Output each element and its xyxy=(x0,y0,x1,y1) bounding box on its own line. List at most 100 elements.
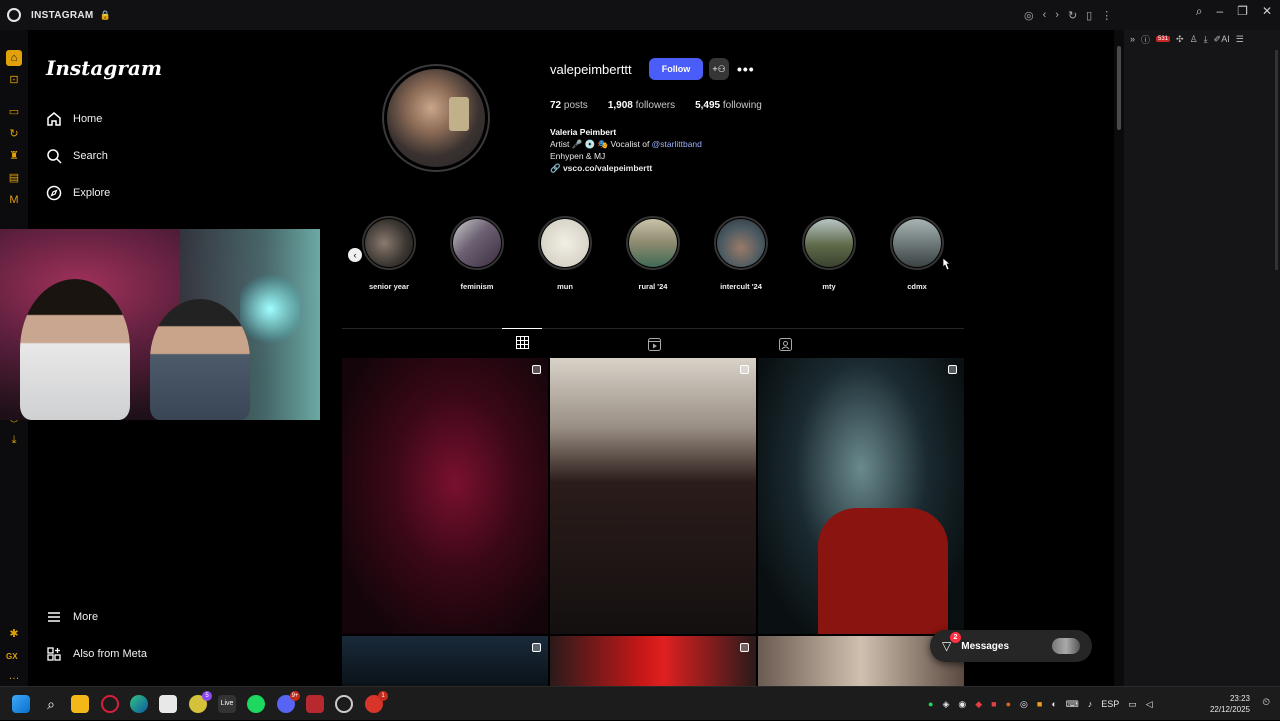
info-icon[interactable]: ⓘ xyxy=(1141,33,1150,46)
followers-stat[interactable]: 1,908 followers xyxy=(608,100,675,111)
close-icon[interactable]: ✕ xyxy=(1262,4,1272,18)
post-tile[interactable] xyxy=(550,358,756,634)
highlight-item[interactable]: cdmx xyxy=(888,216,946,291)
forward-icon[interactable]: › xyxy=(1055,9,1059,21)
system-tray: ● ◈ ◉ ◆ ■ ● ◎ ■ ◐ ⌨ ♪ ESP ▭ ◁ xyxy=(928,687,1153,721)
nav-item-explore[interactable]: Explore xyxy=(46,181,110,205)
tab-reels[interactable] xyxy=(634,333,674,355)
profile-avatar-ring[interactable] xyxy=(382,64,490,172)
tray-network-icon[interactable]: ▭ xyxy=(1128,699,1137,710)
messenger-icon: ▽ 2 xyxy=(942,632,961,653)
highlight-item[interactable]: rural '24 xyxy=(624,216,682,291)
tray-volume-icon[interactable]: ◁ xyxy=(1146,699,1153,710)
highlight-label: mty xyxy=(822,282,836,291)
highlight-label: senior year xyxy=(368,282,410,291)
sidebar-pin-icon[interactable]: ✱ xyxy=(6,626,22,642)
sidebar-home-icon[interactable]: ⌂ xyxy=(6,50,22,66)
bio-external-link[interactable]: vsco.co/valepeimbertt xyxy=(563,163,652,173)
highlight-item[interactable]: feminism xyxy=(448,216,506,291)
taskbar-search-icon[interactable]: ⌕ xyxy=(42,695,60,713)
minimize-icon[interactable]: – xyxy=(1216,4,1223,18)
messages-button[interactable]: ▽ 2 Messages xyxy=(930,630,1092,662)
profile-options-icon[interactable]: ••• xyxy=(737,58,755,80)
notifications-icon[interactable]: ⏲ xyxy=(1262,697,1270,708)
tray-spotify-icon[interactable]: ● xyxy=(928,699,933,709)
obs-icon[interactable] xyxy=(335,695,353,713)
scrollbar-thumb[interactable] xyxy=(1117,46,1121,130)
edge-icon[interactable] xyxy=(130,695,148,713)
sidebar-refresh-icon[interactable]: ↻ xyxy=(6,126,22,142)
carousel-icon xyxy=(740,643,749,652)
highlight-item[interactable]: mun xyxy=(536,216,594,291)
follow-button[interactable]: Follow xyxy=(649,58,703,80)
snapshot-icon[interactable]: ▯ xyxy=(1086,9,1092,22)
live-app-icon[interactable]: Live xyxy=(218,695,236,713)
sidebar-notes-icon[interactable]: ▤ xyxy=(6,170,22,186)
sidebar-m-icon[interactable]: M xyxy=(6,192,22,208)
pin-icon[interactable]: » xyxy=(1130,34,1135,44)
right-panel-scrollbar[interactable] xyxy=(1275,50,1278,270)
puzzle-icon[interactable]: ✣ xyxy=(1176,34,1184,45)
nav-item-home[interactable]: Home xyxy=(46,107,102,131)
instagram-logo[interactable]: Instagram xyxy=(46,56,162,80)
tray-keyboard-icon[interactable]: ⌨ xyxy=(1066,699,1079,710)
tab-posts[interactable] xyxy=(502,328,542,355)
page-scrollbar[interactable] xyxy=(1114,30,1124,686)
post-tile[interactable] xyxy=(342,358,548,634)
nav-item-search[interactable]: Search xyxy=(46,144,108,168)
reload-icon[interactable]: ↻ xyxy=(1068,9,1077,22)
following-stat[interactable]: 5,495 following xyxy=(695,100,762,111)
tray-language[interactable]: ESP xyxy=(1101,699,1119,709)
tray-steam-icon[interactable]: ◎ xyxy=(1020,699,1028,710)
store-icon[interactable] xyxy=(159,695,177,713)
easy-setup-icon[interactable]: ☰ xyxy=(1236,34,1244,45)
opera-logo-icon[interactable] xyxy=(7,8,21,22)
bio-mention-link[interactable]: @starlittband xyxy=(652,139,702,149)
tray-discord-icon[interactable]: ◉ xyxy=(958,699,966,710)
windows-start-icon[interactable] xyxy=(12,695,30,713)
sidebar-gx-logo-icon[interactable]: GX xyxy=(6,652,18,661)
highlight-label: feminism xyxy=(460,282,494,291)
tray-red-app-icon[interactable]: ■ xyxy=(991,699,996,709)
back-icon[interactable]: ‹ xyxy=(1043,9,1047,21)
tab-tagged[interactable] xyxy=(765,333,805,355)
highlight-item[interactable]: mty xyxy=(800,216,858,291)
settings-icon[interactable]: ◎ xyxy=(1024,9,1034,22)
post-tile[interactable] xyxy=(758,358,964,634)
extension-badge-icon[interactable]: 531 xyxy=(1156,36,1171,42)
spotify-icon[interactable] xyxy=(247,695,265,713)
tray-shield-icon[interactable]: ◆ xyxy=(975,699,982,710)
tray-nvidia-icon[interactable]: ◐ xyxy=(1051,699,1056,709)
sidebar-more-icon[interactable]: … xyxy=(6,668,22,684)
menu-dots-icon[interactable]: ⋮ xyxy=(1101,9,1112,22)
sidebar-shop-icon[interactable]: ♜ xyxy=(6,148,22,164)
opera-icon[interactable]: 1 xyxy=(365,691,388,713)
discord-icon[interactable]: 9+ xyxy=(277,691,300,713)
wallet-icon[interactable]: ♙ xyxy=(1190,34,1198,45)
taskbar-clock[interactable]: 23:23 22/12/2025 xyxy=(1210,693,1250,715)
highlight-item[interactable]: intercult '24 xyxy=(712,216,770,291)
tray-mic-icon[interactable]: ♪ xyxy=(1088,699,1093,709)
sidebar-gamepad-icon[interactable]: ⊡ xyxy=(6,72,22,88)
sidebar-download-icon[interactable]: ⤓ xyxy=(6,432,22,448)
tray-orange-icon[interactable]: ● xyxy=(1006,699,1011,709)
ai-icon[interactable]: ✐AI xyxy=(1214,34,1230,45)
carousel-icon xyxy=(532,643,541,652)
tray-app-icon[interactable]: ◈ xyxy=(942,699,949,710)
maximize-icon[interactable]: ❐ xyxy=(1237,4,1248,18)
suggested-accounts-button[interactable]: +⚇ xyxy=(709,58,729,80)
post-tile[interactable] xyxy=(342,636,548,686)
file-explorer-icon[interactable] xyxy=(71,695,89,713)
voicemeeter-icon[interactable] xyxy=(306,695,324,713)
post-tile[interactable] xyxy=(550,636,756,686)
nav-item-also-from-meta[interactable]: Also from Meta xyxy=(46,642,147,666)
download-icon[interactable]: ⤓ xyxy=(1204,34,1208,45)
sidebar-gx-icon[interactable]: ▭ xyxy=(6,104,22,120)
nav-item-more[interactable]: More xyxy=(46,605,98,629)
grid-icon xyxy=(515,335,529,349)
search-tabs-icon[interactable]: ⌕ xyxy=(1196,4,1203,19)
highlight-item[interactable]: senior year xyxy=(360,216,418,291)
opera-gx-taskbar-icon[interactable] xyxy=(101,695,119,713)
app-icon[interactable]: 5 xyxy=(189,691,212,713)
tray-orange-square-icon[interactable]: ■ xyxy=(1037,699,1042,709)
